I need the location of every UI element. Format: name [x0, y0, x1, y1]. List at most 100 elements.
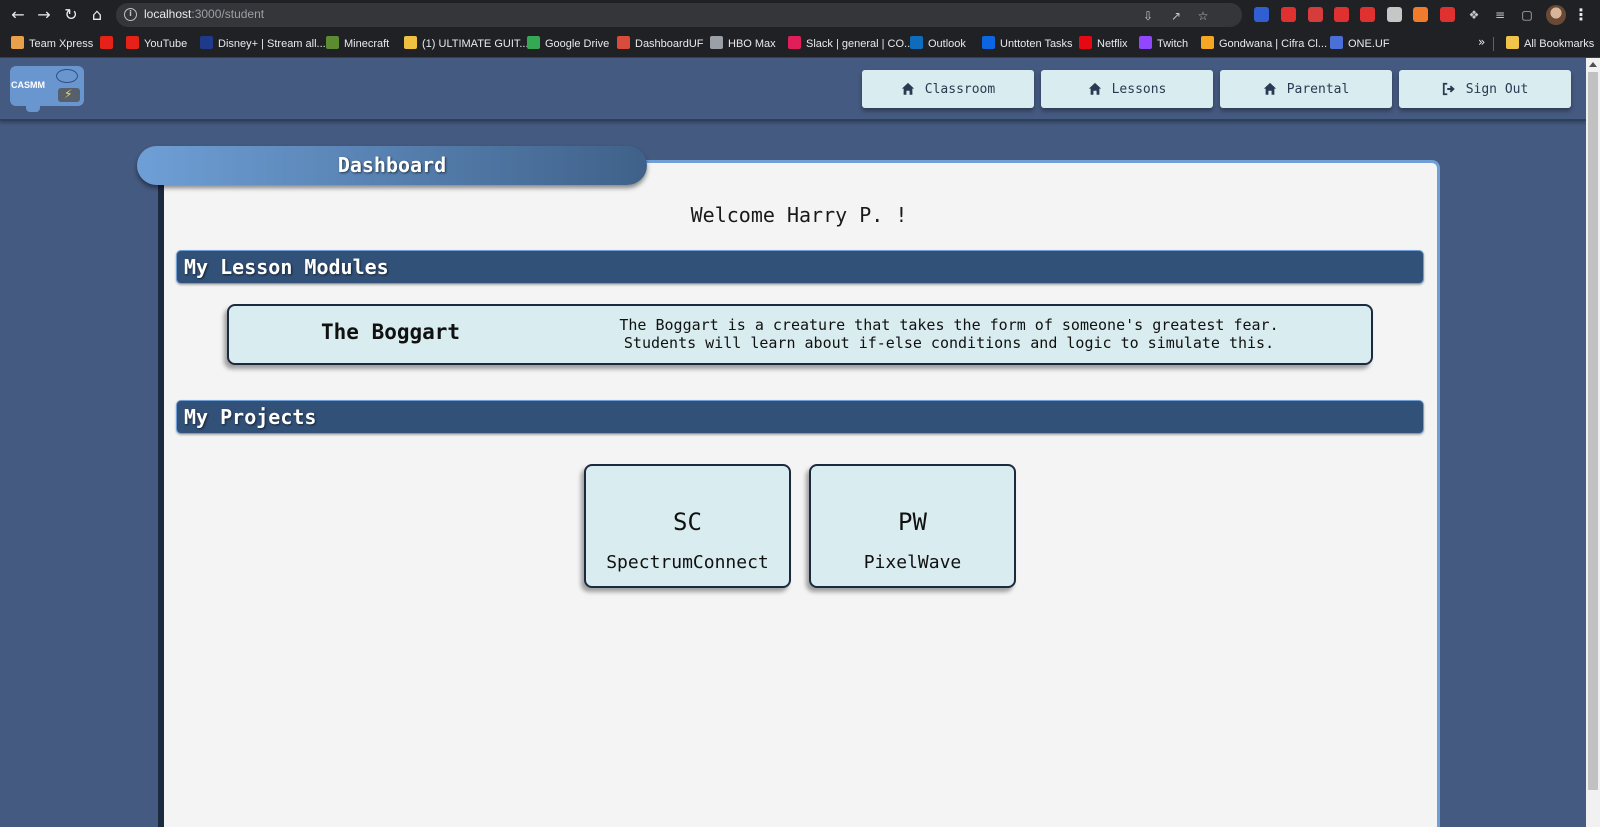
logo-block-nub [26, 104, 40, 112]
bookmark-item[interactable]: Disney+ | Stream all... [200, 36, 326, 52]
nav-lessons-button[interactable]: Lessons [1041, 70, 1213, 108]
bookmark-star-icon[interactable]: ☆ [1195, 9, 1211, 23]
bookmark-item[interactable]: ONE.UF [1330, 36, 1390, 52]
bookmark-item[interactable]: Google Drive [527, 36, 609, 52]
bookmark-favicon-icon [1201, 36, 1214, 49]
bookmark-favicon-icon [910, 36, 923, 49]
bookmark-item[interactable]: Twitch [1139, 36, 1188, 52]
bookmark-label: Netflix [1097, 38, 1128, 50]
dashboard-tab-title: Dashboard [137, 146, 647, 185]
forward-icon[interactable]: → [34, 5, 54, 25]
extension-icon[interactable] [1254, 7, 1269, 22]
lesson-description-line: The Boggart is a creature that takes the… [619, 316, 1279, 334]
site-info-icon[interactable]: i [124, 8, 137, 21]
bookmark-label: Gondwana | Cifra Cl... [1219, 38, 1328, 50]
url-path: :3000/student [191, 7, 265, 21]
url-text[interactable]: localhost:3000/student [144, 7, 264, 21]
nav-parental-button[interactable]: Parental [1220, 70, 1392, 108]
lesson-title: The Boggart [321, 320, 461, 344]
bookmark-favicon-icon [404, 36, 417, 49]
address-bar[interactable]: i localhost:3000/student ⇩ ↗ ☆ [116, 3, 1242, 27]
extension-icon[interactable] [1440, 7, 1455, 22]
reload-icon[interactable]: ↻ [61, 5, 81, 25]
projects-heading: My Projects [176, 400, 1424, 434]
extension-icon[interactable] [1334, 7, 1349, 22]
extension-icon[interactable] [1413, 7, 1428, 22]
bookmark-item[interactable]: YouTube [126, 36, 187, 52]
install-icon[interactable]: ⇩ [1140, 9, 1156, 23]
bookmarks-divider [1493, 37, 1494, 51]
folder-icon [1506, 36, 1519, 49]
bookmark-label: YouTube [144, 38, 188, 50]
reading-list-icon[interactable]: ≡ [1492, 8, 1508, 22]
bookmark-item[interactable]: Netflix [1079, 36, 1128, 52]
bookmarks-bar: Team Xpress YouTube Disney+ | Stream all..… [0, 30, 1600, 58]
scrollbar-thumb[interactable] [1588, 72, 1598, 790]
app-header: CASMM ⚡ Classroom Lessons Parental Sign … [0, 58, 1586, 121]
welcome-message: Welcome Harry P. ! [690, 203, 908, 227]
bookmark-favicon-icon [1330, 36, 1343, 49]
bookmark-favicon-icon [100, 36, 113, 49]
bookmark-item[interactable]: Gondwana | Cifra Cl... [1201, 36, 1327, 52]
bookmark-label: Slack | general | CO... [806, 38, 914, 50]
browser-menu-icon[interactable]: ⋮ [1573, 5, 1589, 25]
bookmark-favicon-icon [326, 36, 339, 49]
bookmark-item[interactable]: Unttoten Tasks [982, 36, 1073, 52]
nav-classroom-button[interactable]: Classroom [862, 70, 1034, 108]
bookmarks-overflow-icon[interactable]: » [1478, 35, 1485, 49]
extension-icon[interactable] [1360, 7, 1375, 22]
extension-icon[interactable] [1308, 7, 1323, 22]
lesson-card-the-boggart[interactable]: The Boggart The Boggart is a creature th… [227, 304, 1373, 365]
nav-lessons-label: Lessons [1111, 81, 1167, 97]
scroll-up-arrow-icon[interactable] [1589, 62, 1597, 67]
bookmark-favicon-icon [1079, 36, 1092, 49]
project-abbreviation: SC [673, 508, 702, 536]
bookmark-label: Disney+ | Stream all... [218, 38, 326, 50]
page-scrollbar[interactable] [1586, 58, 1600, 827]
share-icon[interactable]: ↗ [1168, 9, 1184, 23]
casmm-logo[interactable]: CASMM ⚡ [10, 66, 84, 114]
home-icon [1088, 82, 1101, 95]
project-name: PixelWave [863, 552, 962, 573]
bookmark-favicon-icon [126, 36, 139, 49]
project-card-pixelwave[interactable]: PW PixelWave [809, 464, 1016, 588]
extension-icon[interactable] [1387, 7, 1402, 22]
bookmark-label: HBO Max [728, 38, 776, 50]
bookmark-label: Unttoten Tasks [1000, 38, 1073, 50]
bookmark-item[interactable]: Outlook [910, 36, 966, 52]
bookmark-item[interactable]: Slack | general | CO... [788, 36, 913, 52]
project-card-spectrumconnect[interactable]: SC SpectrumConnect [584, 464, 791, 588]
all-bookmarks-folder[interactable]: All Bookmarks [1506, 36, 1594, 52]
sign-out-icon [1442, 82, 1455, 96]
bookmark-item[interactable] [100, 36, 118, 52]
back-icon[interactable]: ← [8, 5, 28, 25]
home-icon [901, 82, 914, 95]
profile-avatar[interactable] [1546, 5, 1566, 25]
bookmark-item[interactable]: (1) ULTIMATE GUIT... [404, 36, 529, 52]
extension-icon[interactable] [1281, 7, 1296, 22]
lightning-icon: ⚡ [64, 87, 73, 101]
browser-toolbar: ← → ↻ ⌂ i localhost:3000/student ⇩ ↗ ☆ ❖… [0, 0, 1600, 30]
all-bookmarks-label: All Bookmarks [1524, 38, 1595, 50]
lesson-modules-heading: My Lesson Modules [176, 250, 1424, 284]
home-icon [1263, 82, 1276, 95]
atom-icon [56, 69, 78, 83]
nav-parental-label: Parental [1286, 81, 1350, 97]
bookmark-favicon-icon [788, 36, 801, 49]
bookmark-item[interactable]: Minecraft [326, 36, 389, 52]
lesson-description: The Boggart is a creature that takes the… [579, 316, 1319, 352]
sign-out-button[interactable]: Sign Out [1399, 70, 1571, 108]
bookmark-item[interactable]: HBO Max [710, 36, 776, 52]
bookmark-favicon-icon [1139, 36, 1152, 49]
bookmark-label: Twitch [1157, 38, 1189, 50]
bookmark-favicon-icon [710, 36, 723, 49]
home-icon[interactable]: ⌂ [87, 5, 107, 25]
side-panel-icon[interactable]: ▢ [1519, 8, 1535, 22]
bookmark-item[interactable]: DashboardUF [617, 36, 703, 52]
bookmark-item[interactable]: Team Xpress [11, 36, 93, 52]
extensions-puzzle-icon[interactable]: ❖ [1466, 8, 1482, 22]
bookmark-favicon-icon [527, 36, 540, 49]
bookmark-label: DashboardUF [635, 38, 704, 50]
bookmark-favicon-icon [200, 36, 213, 49]
bookmark-label: ONE.UF [1348, 38, 1390, 50]
